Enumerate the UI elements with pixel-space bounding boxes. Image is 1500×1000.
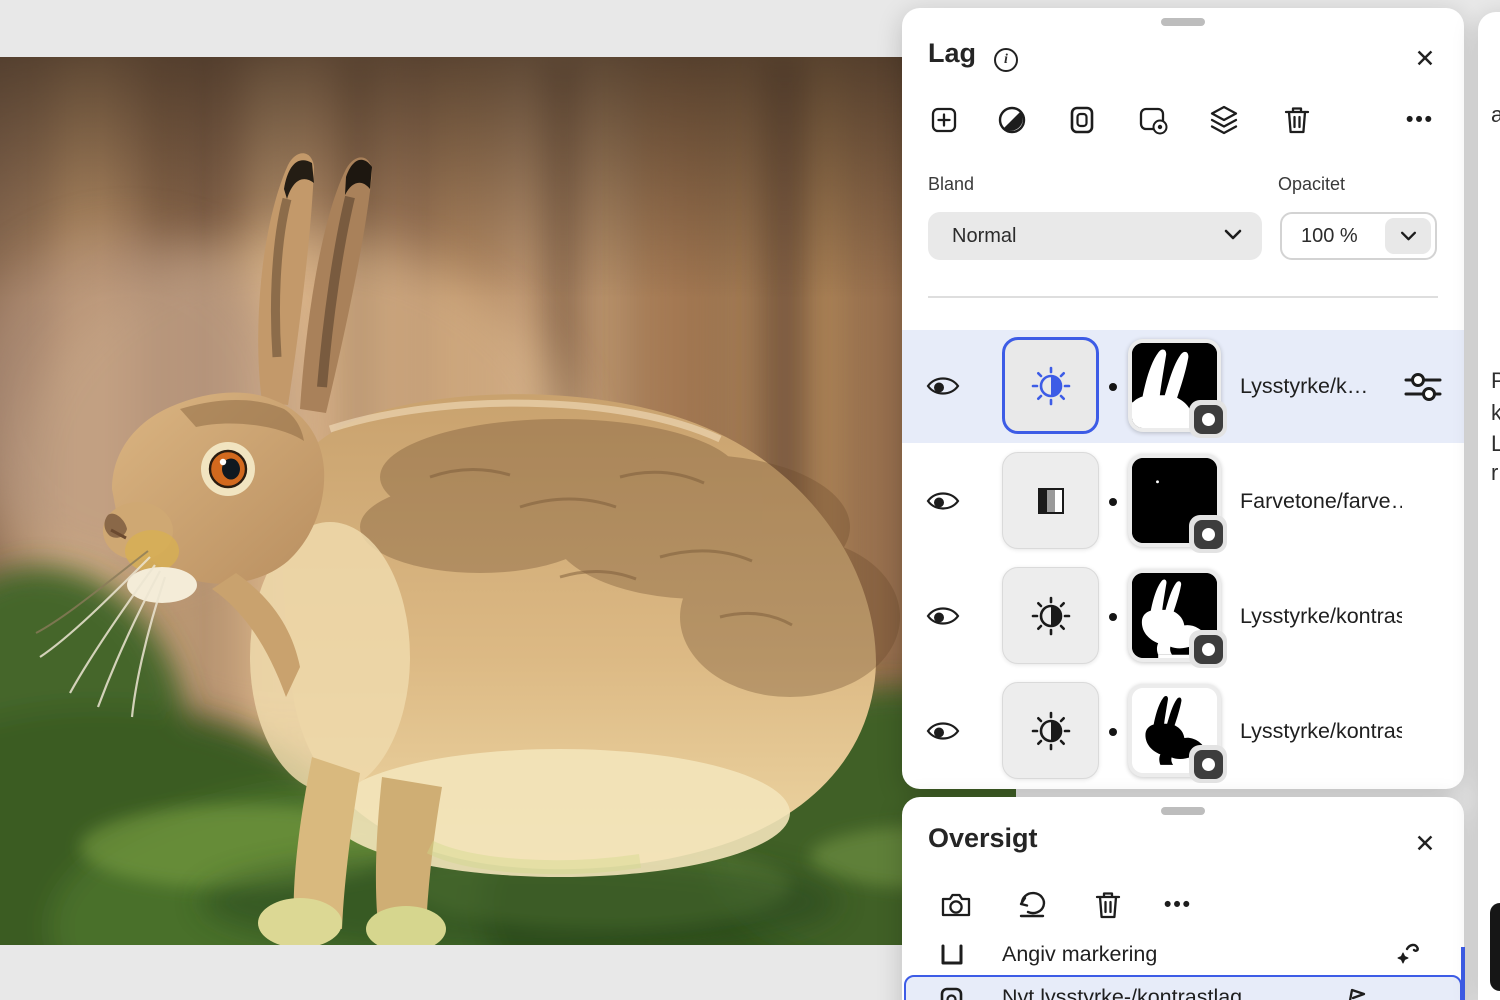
brightness-contrast-icon <box>1028 708 1074 754</box>
adjustment-thumbnail[interactable] <box>1002 337 1099 434</box>
more-options-button[interactable]: ••• <box>1158 885 1198 925</box>
edge-text-fragment: r <box>1491 460 1498 486</box>
panel-drag-handle[interactable] <box>1161 18 1205 26</box>
blend-mode-select[interactable]: Normal <box>928 212 1262 260</box>
trash-icon <box>1282 104 1312 136</box>
history-item-label: Nyt lysstyrke-/kontrastlag <box>1002 985 1242 1000</box>
history-item-angiv-markering[interactable]: Angiv markering <box>902 930 1464 978</box>
camera-icon <box>939 890 973 920</box>
overview-panel: Oversigt ✕ <box>902 797 1464 1000</box>
add-layer-icon <box>928 104 960 136</box>
edge-text-fragment: a <box>1491 102 1500 128</box>
layer-preview-button[interactable] <box>1133 100 1173 140</box>
undo-arrow-icon <box>1015 890 1049 920</box>
delete-snapshot-button[interactable] <box>1088 885 1128 925</box>
adjustment-thumbnail[interactable] <box>1002 567 1099 664</box>
adjustment-thumbnail[interactable] <box>1002 452 1099 549</box>
mask-button[interactable] <box>1062 100 1102 140</box>
add-layer-button[interactable] <box>924 100 964 140</box>
marquee-selection-icon <box>938 940 966 968</box>
layers-panel: Lag i ✕ <box>902 8 1464 789</box>
link-dot-icon <box>1109 498 1117 506</box>
mask-thumbnail[interactable] <box>1128 684 1221 777</box>
edge-image-thumbnail[interactable] <box>1490 903 1500 991</box>
edge-panel: a P k L r <box>1478 12 1500 1000</box>
stack-layers-button[interactable] <box>1204 100 1244 140</box>
link-dot-icon <box>1109 383 1117 391</box>
opacity-value: 100 % <box>1301 225 1358 248</box>
overview-panel-title: Oversigt <box>928 823 1038 854</box>
opacity-label: Opacitet <box>1278 174 1345 195</box>
mask-thumbnail[interactable] <box>1128 339 1221 432</box>
edge-text-fragment: P <box>1491 368 1500 394</box>
history-item-nyt-lysstyrke-kontrastlag[interactable]: Nyt lysstyrke-/kontrastlag <box>904 975 1462 1000</box>
opacity-control[interactable]: 100 % <box>1280 212 1437 260</box>
revert-button[interactable] <box>1012 885 1052 925</box>
scrollbar[interactable] <box>1461 947 1465 1000</box>
mask-thumbnail[interactable] <box>1128 569 1221 662</box>
snapshot-button[interactable] <box>936 885 976 925</box>
link-dot-icon <box>1109 728 1117 736</box>
mask-icon <box>1066 104 1098 136</box>
image-canvas[interactable] <box>0 57 1016 945</box>
app-window: Lag i ✕ <box>0 0 1500 1000</box>
stack-layers-icon <box>1208 104 1240 136</box>
adjustment-layer-icon <box>938 985 965 1000</box>
blend-label: Bland <box>928 174 974 195</box>
layer-name: Lysstyrke/kontrast 1 <box>1240 560 1402 673</box>
divider <box>928 296 1438 298</box>
more-icon: ••• <box>1406 100 1434 140</box>
mask-badge-icon <box>1189 630 1227 668</box>
link-dot-icon <box>1109 613 1117 621</box>
adjustment-icon <box>996 104 1028 136</box>
edge-text-fragment: L <box>1491 431 1500 457</box>
opacity-dropdown-button[interactable] <box>1385 218 1431 254</box>
more-options-button[interactable]: ••• <box>1400 100 1440 140</box>
brightness-contrast-icon <box>1028 363 1074 409</box>
mask-badge-icon <box>1189 515 1227 553</box>
close-icon[interactable]: ✕ <box>1408 827 1442 861</box>
mask-thumbnail[interactable] <box>1128 454 1221 547</box>
hue-saturation-icon <box>1029 479 1073 523</box>
mask-badge-icon <box>1189 745 1227 783</box>
visibility-eye-icon[interactable] <box>926 488 962 515</box>
layer-row-lysstyrke-k[interactable]: Lysstyrke/k… <box>902 330 1464 443</box>
trash-icon <box>1093 889 1123 921</box>
layer-name: Lysstyrke/k… <box>1240 330 1402 443</box>
chevron-down-icon <box>1224 229 1242 240</box>
layer-name: Lysstyrke/kontras… <box>1240 675 1402 788</box>
brightness-contrast-icon <box>1028 593 1074 639</box>
layer-row-lysstyrke-kontrast-1[interactable]: Lysstyrke/kontrast 1 <box>902 560 1464 673</box>
layer-name: Farvetone/farve… <box>1240 445 1402 558</box>
info-icon[interactable]: i <box>994 48 1018 72</box>
visibility-eye-icon[interactable] <box>926 603 962 630</box>
history-item-label: Angiv markering <box>1002 930 1157 978</box>
adjustment-button[interactable] <box>992 100 1032 140</box>
panel-drag-handle[interactable] <box>1161 807 1205 815</box>
flag-icon <box>1342 985 1368 1000</box>
layers-panel-title: Lag <box>928 38 976 69</box>
adjust-settings-icon[interactable] <box>1402 370 1444 404</box>
visibility-eye-icon[interactable] <box>926 718 962 745</box>
adjustment-thumbnail[interactable] <box>1002 682 1099 779</box>
close-icon[interactable]: ✕ <box>1408 42 1442 76</box>
select-subject-sparkle-icon <box>1395 939 1425 969</box>
edge-text-fragment: k <box>1491 400 1500 426</box>
photo-hare <box>0 57 1016 945</box>
delete-layer-button[interactable] <box>1277 100 1317 140</box>
chevron-down-icon <box>1400 231 1417 241</box>
layer-row-farvetone[interactable]: Farvetone/farve… <box>902 445 1464 558</box>
more-icon: ••• <box>1164 885 1192 925</box>
layer-row-lysstyrke-kontrast-2[interactable]: Lysstyrke/kontras… <box>902 675 1464 788</box>
visibility-eye-icon[interactable] <box>926 373 962 400</box>
blend-mode-value: Normal <box>928 225 1016 248</box>
layer-preview-icon <box>1136 104 1170 136</box>
mask-badge-icon <box>1189 400 1227 438</box>
